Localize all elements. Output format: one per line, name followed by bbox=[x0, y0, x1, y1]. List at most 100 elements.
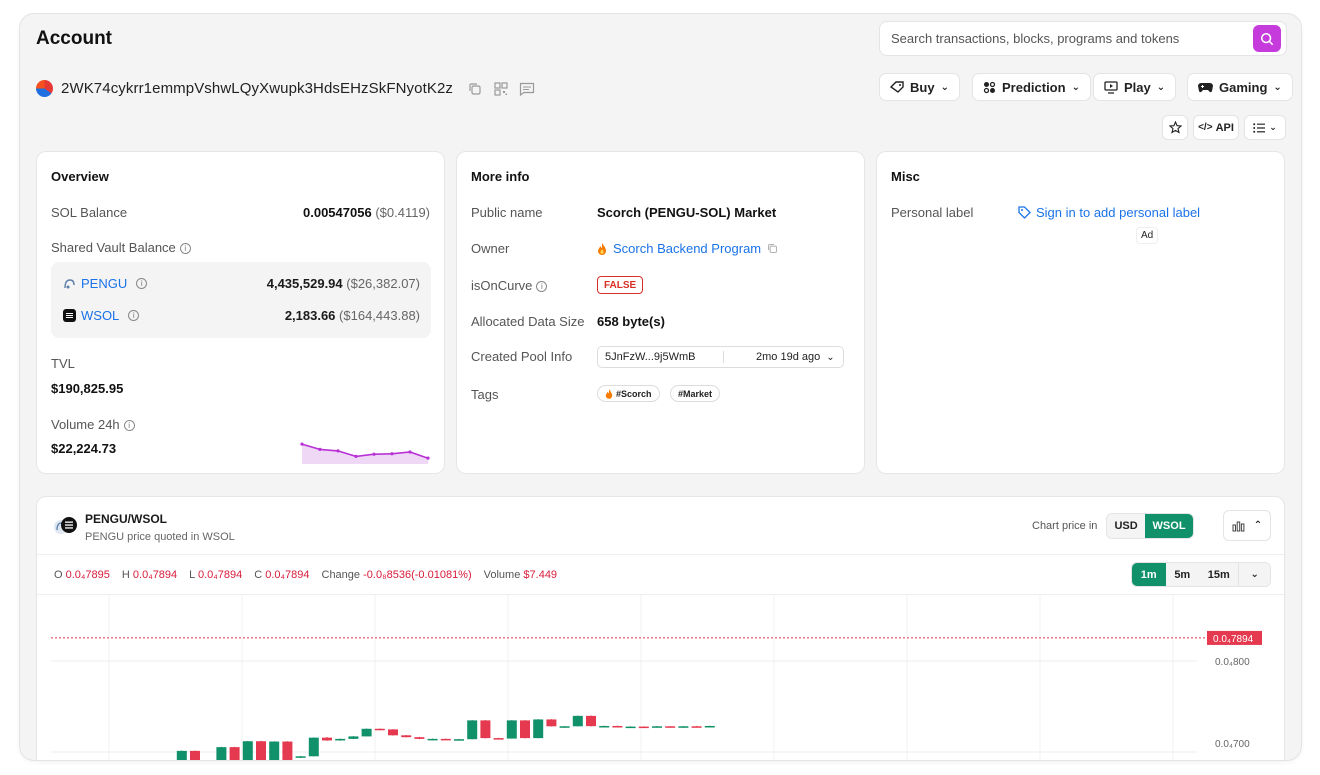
favorite-button[interactable] bbox=[1162, 115, 1188, 140]
info-icon[interactable]: i bbox=[179, 243, 191, 255]
personal-label-label: Personal label bbox=[891, 205, 974, 220]
pair-token-icons bbox=[53, 516, 79, 536]
tvl-value: $190,825.95 bbox=[51, 381, 124, 396]
qr-code-icon[interactable] bbox=[493, 81, 509, 97]
candle-up bbox=[454, 739, 464, 741]
candle-down bbox=[638, 726, 649, 729]
more-info-title: More info bbox=[471, 169, 530, 184]
interval-15m[interactable]: 15m bbox=[1199, 563, 1239, 586]
volume-readout-value: $7.449 bbox=[523, 569, 558, 581]
shared-vault-label: Shared Vault Balance i bbox=[51, 240, 191, 255]
candle-up bbox=[308, 737, 319, 757]
volume-readout-label: Volume bbox=[483, 569, 521, 581]
chart-price-in-label: Chart price in bbox=[1032, 520, 1098, 532]
last-price-label: 0.0₄7894 bbox=[1213, 634, 1254, 645]
candle-up bbox=[216, 747, 227, 760]
chart-grid bbox=[108, 595, 1174, 760]
search-icon bbox=[1260, 32, 1274, 45]
vault-balances: PENGU i 4,435,529.94 ($26,382.07) WSOL i… bbox=[51, 262, 431, 338]
sparkline-point bbox=[354, 454, 358, 458]
view-options-button[interactable]: ⌄ bbox=[1244, 115, 1286, 140]
solana-token-icon bbox=[63, 309, 76, 322]
interval-5m[interactable]: 5m bbox=[1165, 563, 1200, 586]
wsol-token-link[interactable]: WSOL bbox=[81, 308, 119, 323]
info-icon[interactable]: i bbox=[536, 281, 548, 293]
wsol-usd: ($164,443.88) bbox=[339, 308, 420, 323]
pengu-token-icon bbox=[64, 279, 75, 289]
sign-in-link[interactable]: Sign in to add personal label bbox=[1036, 205, 1200, 220]
candle-up bbox=[572, 715, 583, 727]
pool-info-dropdown[interactable]: 5JnFzW...9j5WmB 2mo 19d ago ⌄ bbox=[597, 346, 844, 368]
prediction-label: Prediction bbox=[1002, 79, 1066, 95]
low-value: 0.0₄7894 bbox=[197, 569, 243, 581]
info-icon[interactable]: i bbox=[128, 310, 140, 321]
candle-down bbox=[401, 735, 412, 738]
candle-up bbox=[348, 736, 359, 739]
tag-scorch[interactable]: #Scorch bbox=[597, 385, 660, 402]
close-value: 0.0₄7894 bbox=[265, 569, 310, 581]
ad-label: Ad bbox=[1137, 228, 1158, 243]
pool-info-label: Created Pool Info bbox=[471, 349, 573, 364]
list-icon bbox=[1253, 122, 1266, 133]
info-icon[interactable]: i bbox=[123, 420, 135, 432]
currency-wsol[interactable]: WSOL bbox=[1145, 514, 1193, 538]
interval-1m[interactable]: 1m bbox=[1132, 563, 1166, 586]
search-input[interactable]: Search transactions, blocks, programs an… bbox=[879, 21, 1287, 56]
data-size-label: Allocated Data Size bbox=[471, 314, 585, 329]
prediction-menu-button[interactable]: Prediction ⌄ bbox=[972, 73, 1091, 101]
is-on-curve-label-text: isOnCurve bbox=[471, 278, 533, 293]
candle-down bbox=[493, 738, 504, 740]
sign-in-personal-label[interactable]: Sign in to add personal label bbox=[1018, 205, 1200, 220]
currency-usd[interactable]: USD bbox=[1107, 514, 1146, 538]
search-button[interactable] bbox=[1253, 25, 1281, 52]
search-placeholder: Search transactions, blocks, programs an… bbox=[891, 31, 1180, 46]
info-icon[interactable]: i bbox=[136, 278, 148, 289]
copy-icon[interactable] bbox=[767, 243, 778, 254]
buy-label: Buy bbox=[910, 79, 935, 95]
copy-icon[interactable] bbox=[467, 81, 483, 97]
volume-readout: Volume $7.449 bbox=[484, 569, 557, 581]
account-address: 2WK74cykrr1emmpVshwLQyXwupk3HdsEHzSkFNyo… bbox=[61, 80, 454, 97]
play-menu-button[interactable]: Play ⌄ bbox=[1093, 73, 1177, 101]
buy-menu-button[interactable]: Buy ⌄ bbox=[879, 73, 960, 101]
chevron-down-icon: ⌄ bbox=[940, 81, 949, 93]
vault-row-wsol: WSOL i bbox=[63, 308, 140, 323]
comment-icon[interactable] bbox=[519, 81, 535, 97]
last-price-tag: 0.0₄7894 bbox=[1207, 630, 1262, 645]
sparkline-point bbox=[372, 452, 376, 456]
interval-more-button[interactable]: ⌄ bbox=[1238, 563, 1270, 586]
app-window: Account Search transactions, blocks, pro… bbox=[20, 14, 1301, 760]
pengu-amount: 4,435,529.94 bbox=[266, 276, 343, 291]
high-readout: H 0.0₄7894 bbox=[122, 569, 177, 581]
candle-down bbox=[388, 729, 398, 736]
chevron-up-icon: ⌃ bbox=[1253, 520, 1263, 531]
candle-up bbox=[625, 726, 636, 729]
candle-up bbox=[559, 726, 570, 728]
candlestick-chart[interactable]: 0.0₄800 0.0₄700 0.0₄7894 bbox=[37, 595, 1285, 760]
pool-tx-signature[interactable]: 5JnFzW...9j5WmB bbox=[598, 351, 724, 363]
public-name-value: Scorch (PENGU-SOL) Market bbox=[597, 205, 777, 220]
is-on-curve-badge: FALSE bbox=[597, 276, 644, 294]
play-label: Play bbox=[1124, 79, 1151, 95]
pengu-token-link[interactable]: PENGU bbox=[81, 276, 127, 291]
tags-label: Tags bbox=[471, 387, 499, 402]
candle-down bbox=[374, 728, 385, 731]
overview-title: Overview bbox=[51, 169, 109, 184]
overview-card: Overview SOL Balance 0.00547056 ($0.4119… bbox=[36, 151, 445, 474]
price-chart-panel: PENGU/WSOL PENGU price quoted in WSOL Ch… bbox=[36, 496, 1285, 760]
shared-vault-label-text: Shared Vault Balance bbox=[51, 240, 176, 255]
chart-type-collapse-button[interactable]: ⌃ bbox=[1223, 510, 1271, 541]
more-info-card: More info Public name Scorch (PENGU-SOL)… bbox=[456, 151, 865, 474]
candle-up bbox=[678, 726, 689, 728]
owner-link[interactable]: Scorch Backend Program bbox=[613, 241, 761, 256]
change-readout: Change -0.0₈8536(-0.01081%) bbox=[322, 569, 472, 581]
gaming-menu-button[interactable]: Gaming ⌄ bbox=[1187, 73, 1293, 101]
open-value: 0.0₄7895 bbox=[65, 569, 110, 581]
tag-market[interactable]: #Market bbox=[670, 385, 721, 402]
ohlc-readout: O 0.0₄7895 H 0.0₄7894 L 0.0₄7894 C 0.0₄7… bbox=[54, 569, 557, 581]
flame-icon bbox=[598, 242, 606, 255]
divider bbox=[37, 554, 1284, 555]
candle-down bbox=[440, 738, 451, 741]
api-button[interactable]: </> API bbox=[1193, 115, 1239, 140]
candle-up bbox=[242, 741, 253, 760]
